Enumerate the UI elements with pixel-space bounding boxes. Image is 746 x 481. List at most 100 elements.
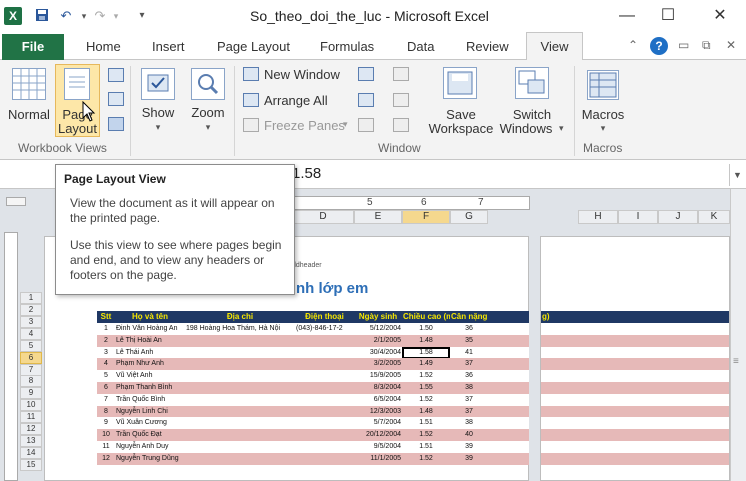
- table-cell[interactable]: [541, 405, 729, 418]
- freeze-panes-button[interactable]: Freeze Panes: [264, 118, 345, 133]
- table-cell[interactable]: 7: [97, 393, 115, 406]
- table-cell[interactable]: [488, 323, 529, 335]
- table-cell[interactable]: 12: [97, 452, 115, 465]
- table-cell[interactable]: 30/4/2004: [354, 346, 402, 359]
- table-cell[interactable]: 9/5/2004: [354, 441, 402, 453]
- table-cell[interactable]: Nguyễn Trung Dũng: [115, 452, 185, 465]
- full-screen-icon[interactable]: [108, 117, 124, 131]
- table-cell[interactable]: Lê Thái Anh: [115, 346, 185, 359]
- table-header-cell[interactable]: Ngày sinh: [354, 311, 402, 323]
- table-cell[interactable]: [185, 393, 295, 406]
- table-cell[interactable]: 1.52: [402, 393, 450, 406]
- page-header[interactable]: ddheader: [292, 262, 322, 269]
- row-header[interactable]: 11: [20, 411, 42, 423]
- help-icon[interactable]: ?: [650, 37, 668, 55]
- table-cell[interactable]: 40: [450, 429, 488, 442]
- tab-review[interactable]: Review: [466, 39, 509, 54]
- table-cell[interactable]: 39: [450, 452, 488, 465]
- table-cell[interactable]: 4: [97, 358, 115, 371]
- normal-view-button[interactable]: Normal: [6, 107, 52, 122]
- table-cell[interactable]: 1.49: [402, 358, 450, 371]
- show-button[interactable]: Show: [138, 105, 178, 120]
- table-cell[interactable]: 37: [450, 405, 488, 418]
- save-workspace-button[interactable]: Workspace: [428, 121, 494, 136]
- table-cell[interactable]: [541, 358, 729, 371]
- table-cell[interactable]: [295, 382, 354, 394]
- table-cell[interactable]: [488, 441, 529, 453]
- row-header[interactable]: 13: [20, 435, 42, 447]
- table-cell[interactable]: 3/2/2005: [354, 358, 402, 371]
- table-cell[interactable]: [541, 323, 729, 335]
- table-cell[interactable]: [488, 405, 529, 418]
- table-cell[interactable]: Vũ Xuân Cương: [115, 417, 185, 430]
- table-header-cell[interactable]: Địa chỉ: [185, 311, 295, 323]
- table-cell[interactable]: 20/12/2004: [354, 429, 402, 442]
- row-header[interactable]: 5: [20, 340, 42, 352]
- column-header-f[interactable]: F: [402, 210, 450, 224]
- table-cell[interactable]: 36: [450, 370, 488, 383]
- tab-formulas[interactable]: Formulas: [320, 39, 374, 54]
- table-cell[interactable]: 6: [97, 382, 115, 394]
- table-cell[interactable]: 35: [450, 334, 488, 347]
- table-cell[interactable]: 12/3/2003: [354, 405, 402, 418]
- column-header-g[interactable]: G: [450, 210, 488, 224]
- vertical-scrollbar[interactable]: [730, 189, 746, 481]
- table-cell[interactable]: 5: [97, 370, 115, 383]
- excel-icon[interactable]: X: [4, 7, 22, 25]
- table-cell[interactable]: [488, 334, 529, 347]
- table-cell[interactable]: [488, 382, 529, 394]
- table-cell[interactable]: [185, 382, 295, 394]
- row-header[interactable]: 6: [20, 352, 42, 364]
- arrange-all-button[interactable]: Arrange All: [264, 93, 328, 108]
- table-cell[interactable]: 1.55: [402, 382, 450, 394]
- macros-button[interactable]: Macros: [578, 107, 628, 122]
- column-header-e[interactable]: E: [354, 210, 402, 224]
- table-cell[interactable]: 3: [97, 346, 115, 359]
- table-header-cell[interactable]: Chiều cao (m): [402, 311, 450, 323]
- row-header[interactable]: 12: [20, 423, 42, 435]
- table-cell[interactable]: 1.48: [402, 405, 450, 418]
- table-cell[interactable]: [541, 429, 729, 442]
- table-cell[interactable]: Nguyễn Linh Chi: [115, 405, 185, 418]
- table-cell[interactable]: Lê Thị Hoài An: [115, 334, 185, 347]
- tab-data[interactable]: Data: [407, 39, 434, 54]
- table-header-cell[interactable]: Stt: [97, 311, 115, 323]
- row-header[interactable]: 4: [20, 328, 42, 340]
- table-cell[interactable]: [295, 441, 354, 453]
- table-cell[interactable]: 1.51: [402, 441, 450, 453]
- table-cell[interactable]: [185, 358, 295, 371]
- table-cell[interactable]: [541, 393, 729, 406]
- custom-views-icon[interactable]: [108, 92, 124, 106]
- redo-dropdown-icon[interactable]: ▾: [108, 8, 124, 24]
- table-cell[interactable]: 38: [450, 417, 488, 430]
- reset-window-position-icon[interactable]: [393, 118, 409, 132]
- row-header[interactable]: 10: [20, 399, 42, 411]
- formula-input[interactable]: 1.58: [292, 165, 321, 182]
- table-cell[interactable]: [295, 452, 354, 465]
- table-cell[interactable]: (043)-846-17-2: [295, 323, 354, 335]
- doc-minimize-icon[interactable]: ▭: [678, 38, 689, 52]
- column-header-k[interactable]: K: [698, 210, 730, 224]
- table-cell[interactable]: 1.51: [402, 417, 450, 430]
- switch-windows-button[interactable]: Windows: [492, 121, 560, 136]
- table-cell[interactable]: [488, 452, 529, 465]
- tab-home[interactable]: Home: [86, 39, 121, 54]
- minimize-button[interactable]: —: [610, 4, 644, 28]
- tab-page-layout[interactable]: Page Layout: [217, 39, 290, 54]
- tab-file[interactable]: File: [2, 34, 64, 60]
- table-cell[interactable]: 8/3/2004: [354, 382, 402, 394]
- table-cell[interactable]: 1.50: [402, 323, 450, 335]
- table-cell[interactable]: [541, 452, 729, 465]
- split-icon[interactable]: [358, 67, 374, 81]
- table-cell[interactable]: 1: [97, 323, 115, 335]
- table-cell[interactable]: 2: [97, 334, 115, 347]
- save-icon[interactable]: [34, 8, 50, 24]
- table-cell[interactable]: [541, 382, 729, 394]
- table-cell[interactable]: [185, 452, 295, 465]
- column-header-d[interactable]: D: [292, 210, 354, 224]
- new-window-button[interactable]: New Window: [264, 67, 340, 82]
- redo-icon[interactable]: ↷: [92, 8, 108, 24]
- table-header-cell[interactable]: Điện thoại: [295, 311, 354, 323]
- row-header[interactable]: 9: [20, 387, 42, 399]
- unhide-icon[interactable]: [358, 118, 374, 132]
